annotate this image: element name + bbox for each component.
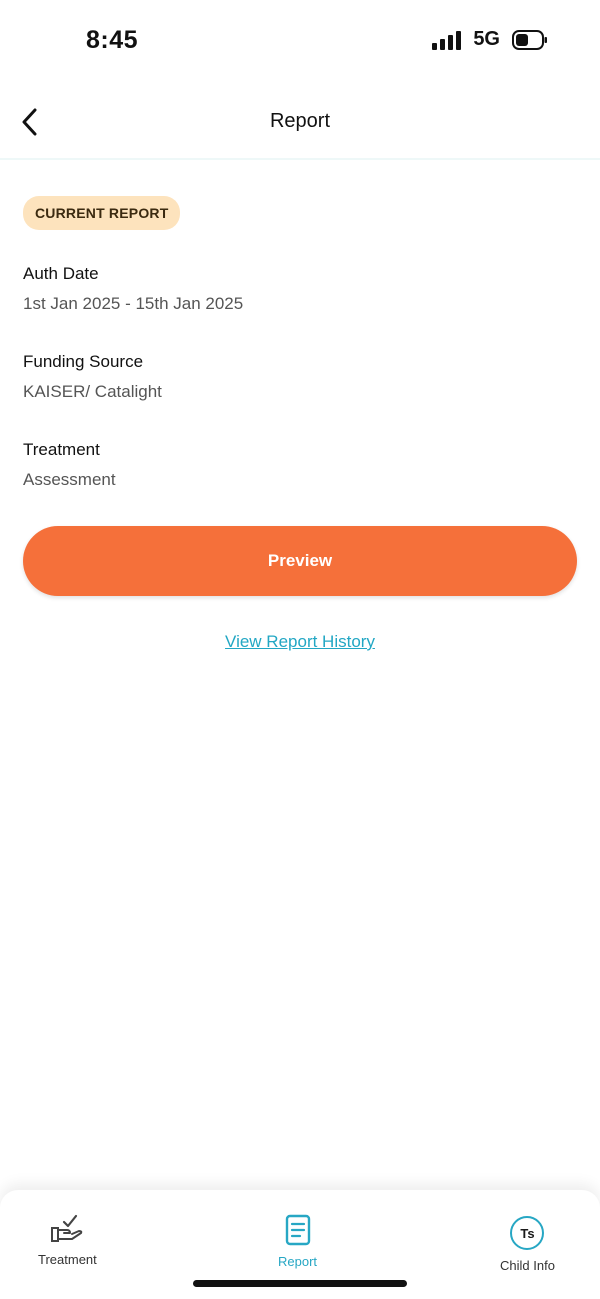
treatment-label: Treatment <box>23 440 100 459</box>
nav-item-treatment[interactable]: Treatment <box>38 1214 97 1267</box>
auth-date-label: Auth Date <box>23 264 99 283</box>
treatment-value: Assessment <box>23 470 116 489</box>
signal-bars-icon <box>432 30 462 50</box>
battery-icon <box>512 29 547 50</box>
auth-date-field: Auth Date 1st Jan 2025 - 15th Jan 2025 <box>23 264 243 314</box>
hand-check-icon <box>51 1214 83 1242</box>
avatar: Ts <box>510 1216 545 1250</box>
home-indicator <box>193 1280 407 1287</box>
current-report-badge: CURRENT REPORT <box>23 196 181 230</box>
nav-label-child-info: Child Info <box>500 1258 555 1273</box>
funding-source-value: KAISER/ Catalight <box>23 382 162 401</box>
preview-button[interactable]: Preview <box>23 526 577 596</box>
app-header: Report <box>0 90 600 160</box>
status-indicators: 5G <box>432 28 548 51</box>
document-icon <box>285 1214 310 1246</box>
network-label: 5G <box>473 28 500 50</box>
treatment-field: Treatment Assessment <box>23 440 116 490</box>
view-report-history-link[interactable]: View Report History <box>23 632 577 652</box>
nav-item-report[interactable]: Report <box>278 1214 317 1269</box>
funding-source-field: Funding Source KAISER/ Catalight <box>23 352 162 402</box>
nav-item-child-info[interactable]: Ts Child Info <box>500 1216 555 1273</box>
nav-label-treatment: Treatment <box>38 1252 97 1267</box>
auth-date-value: 1st Jan 2025 - 15th Jan 2025 <box>23 294 244 313</box>
report-content: CURRENT REPORT Auth Date 1st Jan 2025 - … <box>23 196 577 651</box>
status-time: 8:45 <box>86 26 139 54</box>
nav-label-report: Report <box>278 1254 318 1269</box>
funding-source-label: Funding Source <box>23 352 144 371</box>
page-title: Report <box>269 110 331 132</box>
status-bar: 8:45 5G <box>0 0 600 80</box>
